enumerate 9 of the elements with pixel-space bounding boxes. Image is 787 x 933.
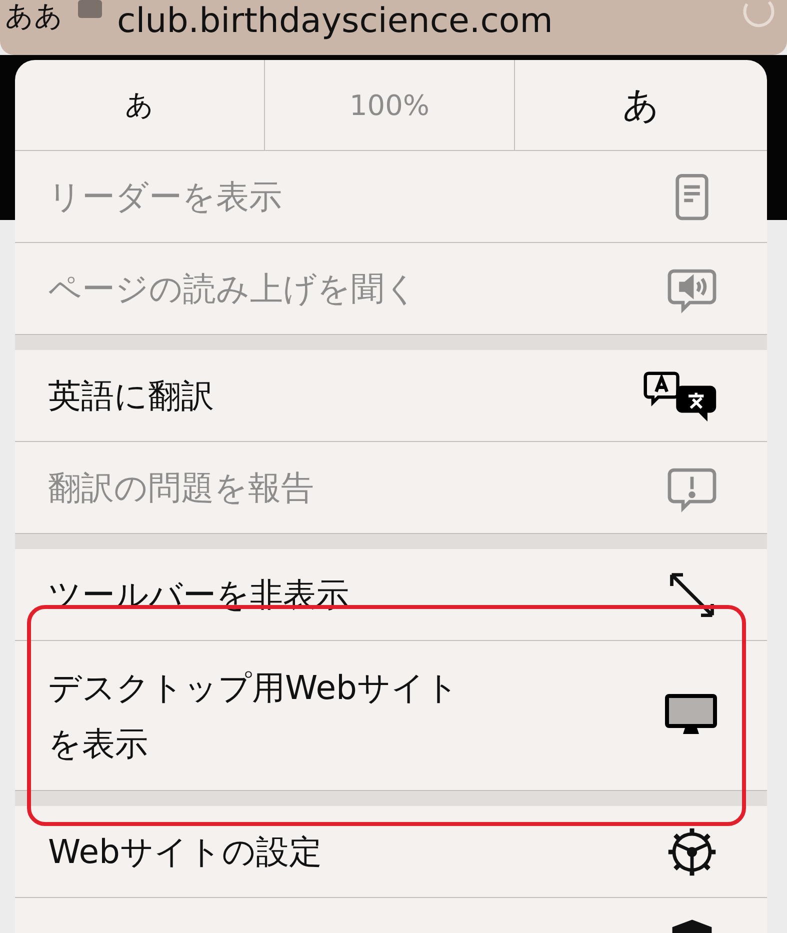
lock-icon (77, 0, 103, 20)
menu-item[interactable]: 英語に翻訳 (15, 350, 767, 442)
translate-icon (643, 368, 719, 422)
menu-item[interactable]: Webサイトの設定 (15, 806, 767, 898)
increase-text-button[interactable]: あ (515, 60, 767, 150)
reload-icon[interactable] (741, 0, 777, 30)
text-size-button[interactable]: ああ (5, 0, 63, 32)
decrease-text-button[interactable]: あ (15, 60, 265, 150)
url-text[interactable]: club.birthdayscience.com (117, 0, 727, 42)
